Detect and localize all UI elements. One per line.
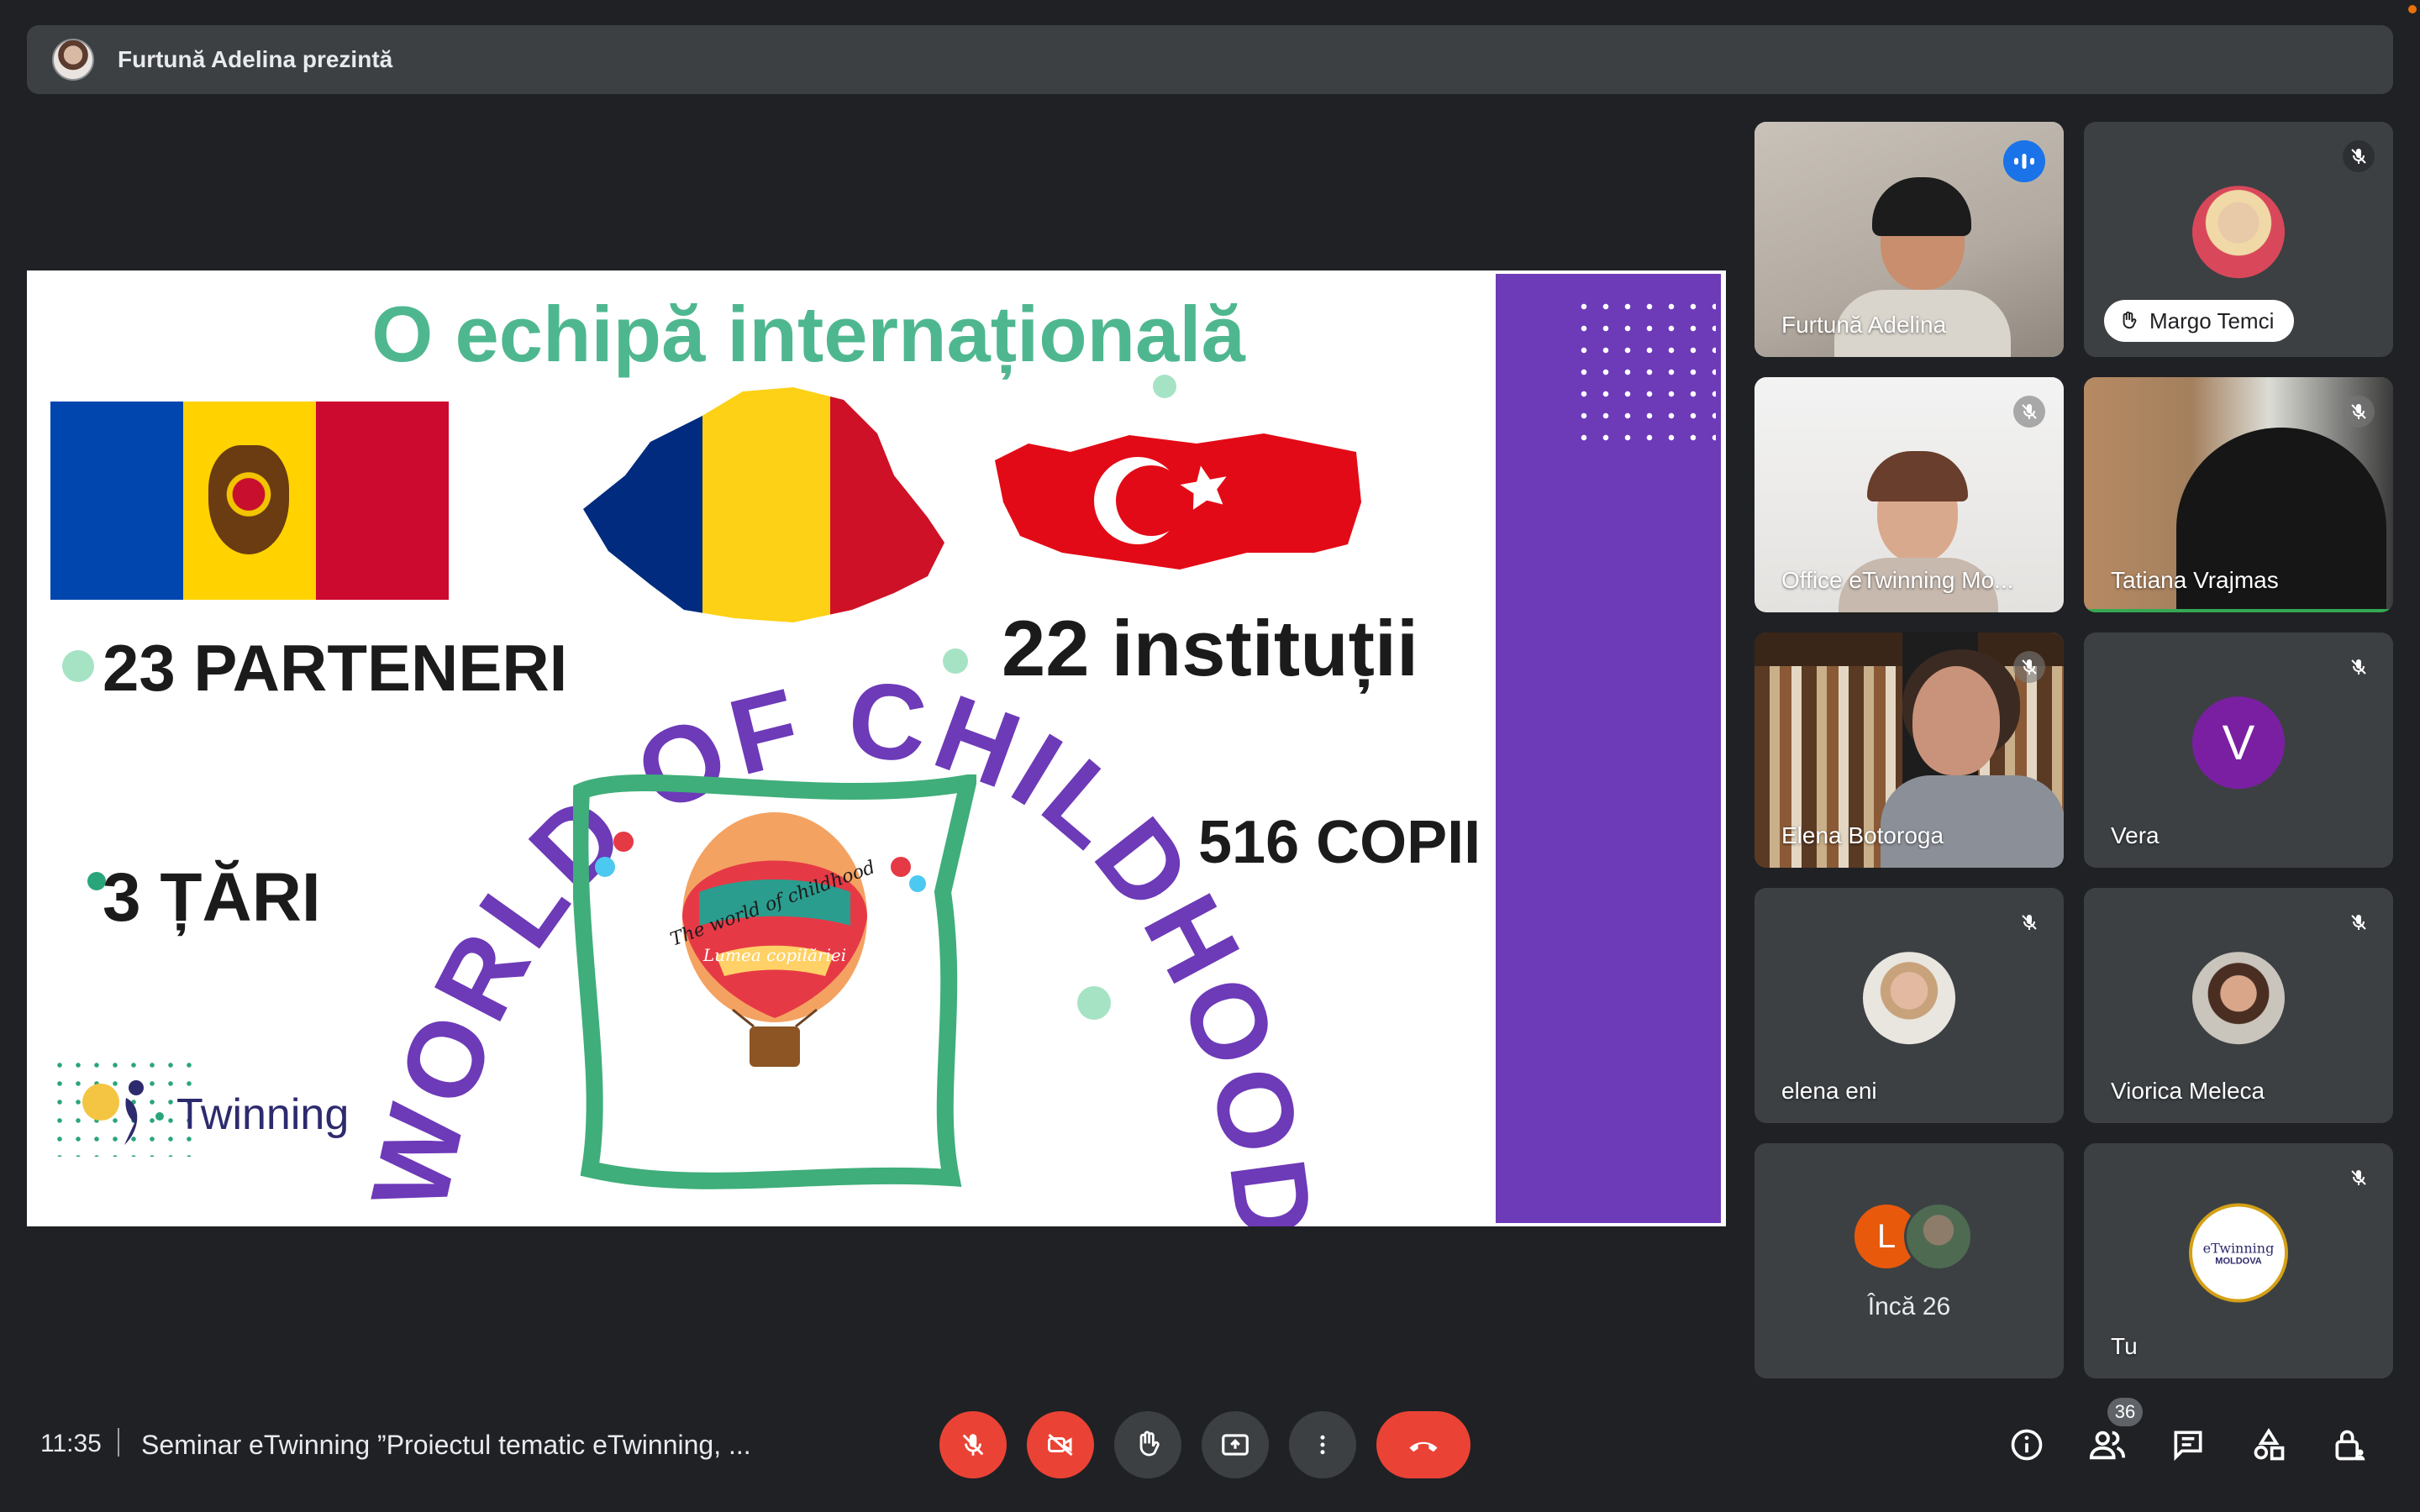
mic-off-icon [2343, 140, 2375, 172]
raise-hand-button[interactable] [1114, 1411, 1181, 1478]
participant-name: elena eni [1781, 1078, 1877, 1104]
people-button[interactable] [2082, 1420, 2133, 1470]
lock-person-icon [2335, 1430, 2365, 1461]
participant-name: Furtună Adelina [1781, 312, 1947, 338]
divider [118, 1428, 119, 1457]
info-icon [2011, 1429, 2043, 1461]
logo-line-1: eTwinning [2202, 1240, 2275, 1257]
meeting-details-button[interactable] [2002, 1420, 2052, 1470]
participant-tile-viorica-meleca[interactable]: Viorica Meleca [2084, 888, 2393, 1123]
participant-video-face [1912, 666, 2000, 775]
present-icon [1222, 1434, 1249, 1456]
activities-button[interactable] [2244, 1420, 2294, 1470]
decor-dot [62, 650, 94, 682]
participant-name: Vera [2111, 822, 2160, 848]
participant-tile-self[interactable]: eTwinning MOLDOVA Tu [2084, 1143, 2393, 1378]
participant-video-body [1881, 775, 2064, 868]
chat-button[interactable] [2163, 1420, 2213, 1470]
presenter-avatar [52, 39, 94, 81]
mic-toggle-button[interactable] [939, 1411, 1007, 1478]
more-participants-label: Încă 26 [1867, 1293, 1951, 1320]
mic-off-icon [2343, 396, 2375, 428]
participant-tile-vera[interactable]: V Vera [2084, 633, 2393, 868]
avatar [2192, 952, 2285, 1045]
etwinning-moldova-logo: eTwinning MOLDOVA [2189, 1203, 2288, 1303]
meeting-title: Seminar eTwinning ”Proiectul tematic eTw… [141, 1430, 751, 1460]
participant-tile-margo-temci[interactable]: Margo Temci [2084, 122, 2393, 357]
participant-tile-elena-eni[interactable]: elena eni [1754, 888, 2064, 1123]
participant-name: Tatiana Vrajmas [2111, 567, 2279, 593]
participant-name: Margo Temci [2149, 307, 2275, 333]
people-icon [2089, 1431, 2126, 1460]
slide-title: O echipă internațională [371, 290, 1245, 378]
mic-off-icon [2343, 1162, 2375, 1194]
participant-name: Viorica Meleca [2111, 1078, 2265, 1104]
shared-screen: O echipă internațională 23 PARTENERI 22 … [27, 270, 1726, 1226]
moldova-emblem-icon [208, 445, 289, 554]
etwinning-figure-icon [82, 1080, 164, 1145]
raised-hand-chip: Margo Temci [2104, 300, 2295, 342]
mic-off-icon [2013, 651, 2045, 683]
camera-toggle-button[interactable] [1027, 1411, 1094, 1478]
avatar [1863, 952, 1955, 1045]
balloon-illustration: The world of childhood Lumea copilăriei [573, 774, 976, 1189]
hang-up-icon [1409, 1441, 1438, 1452]
avatar [2192, 186, 2285, 279]
presenting-banner: Furtună Adelina prezintă [27, 25, 2393, 94]
mic-off-icon [962, 1434, 984, 1456]
more-options-button[interactable] [1289, 1411, 1356, 1478]
more-vert-icon [1320, 1435, 1325, 1455]
camera-off-icon [1048, 1433, 1073, 1457]
speaking-indicator-icon [2003, 140, 2045, 182]
presenting-label: Furtună Adelina prezintă [118, 46, 393, 72]
romania-map [583, 387, 944, 622]
decor-dot [1153, 375, 1176, 398]
participant-name: Office eTwinning Mo... [1781, 567, 2014, 593]
participant-tile-furtuna-adelina[interactable]: Furtună Adelina [1754, 122, 2064, 357]
audio-level-bar [2084, 609, 2393, 612]
raised-hand-icon [2123, 311, 2137, 329]
logo-line-2: MOLDOVA [2215, 1256, 2262, 1267]
mic-off-icon [2343, 906, 2375, 938]
participant-tile-elena-botoroga[interactable]: Elena Botoroga [1754, 633, 2064, 868]
meeting-clock: 11:35 [40, 1430, 102, 1457]
participant-tile-office-etwinning[interactable]: Office eTwinning Mo... [1754, 377, 2064, 612]
mic-off-icon [2013, 906, 2045, 938]
mic-off-icon [2013, 396, 2045, 428]
etwinning-wordmark: Twinning [176, 1090, 350, 1139]
avatar: V [2192, 696, 2285, 790]
raised-hand-icon [1139, 1431, 1160, 1457]
shapes-icon [2254, 1428, 2285, 1461]
more-participants-avatars: L [1852, 1202, 1978, 1271]
people-count-badge: 36 [2107, 1398, 2143, 1426]
stat-countries: 3 ȚĂRI [103, 859, 321, 936]
leave-call-button[interactable] [1376, 1411, 1470, 1478]
etwinning-logo: Twinning [50, 1056, 370, 1157]
host-controls-button[interactable] [2324, 1420, 2375, 1470]
balloon-text-2: Lumea copilăriei [702, 945, 846, 965]
participant-name: Tu [2111, 1333, 2138, 1359]
participant-name: Elena Botoroga [1781, 822, 1944, 848]
present-screen-button[interactable] [1202, 1411, 1269, 1478]
moldova-flag [50, 402, 449, 600]
participant-tile-tatiana-vrajmas[interactable]: Tatiana Vrajmas [2084, 377, 2393, 612]
participant-tile-more[interactable]: L Încă 26 [1754, 1143, 2064, 1378]
avatar [1904, 1202, 1973, 1271]
chat-icon [2174, 1431, 2202, 1462]
mic-off-icon [2343, 651, 2375, 683]
status-dot [2408, 5, 2417, 13]
turkey-map [995, 433, 1361, 570]
slide-dot-pattern [1573, 296, 1716, 447]
